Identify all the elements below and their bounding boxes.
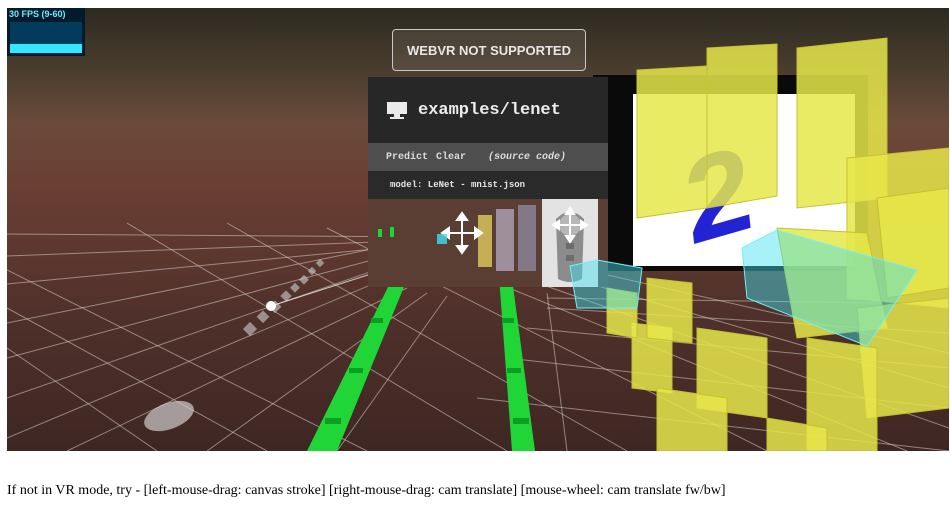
network-layers — [437, 37, 949, 451]
fps-label: 30 FPS (9-60) — [9, 9, 66, 19]
fps-graph — [10, 22, 82, 53]
webvr-button[interactable]: WEBVR NOT SUPPORTED — [392, 29, 586, 71]
vr-scene[interactable]: 30 FPS (9-60) WEBVR NOT SUPPORTED exampl… — [7, 8, 949, 451]
fps-meter: 30 FPS (9-60) — [7, 8, 85, 56]
instructions-text: If not in VR mode, try - [left-mouse-dra… — [7, 483, 726, 498]
